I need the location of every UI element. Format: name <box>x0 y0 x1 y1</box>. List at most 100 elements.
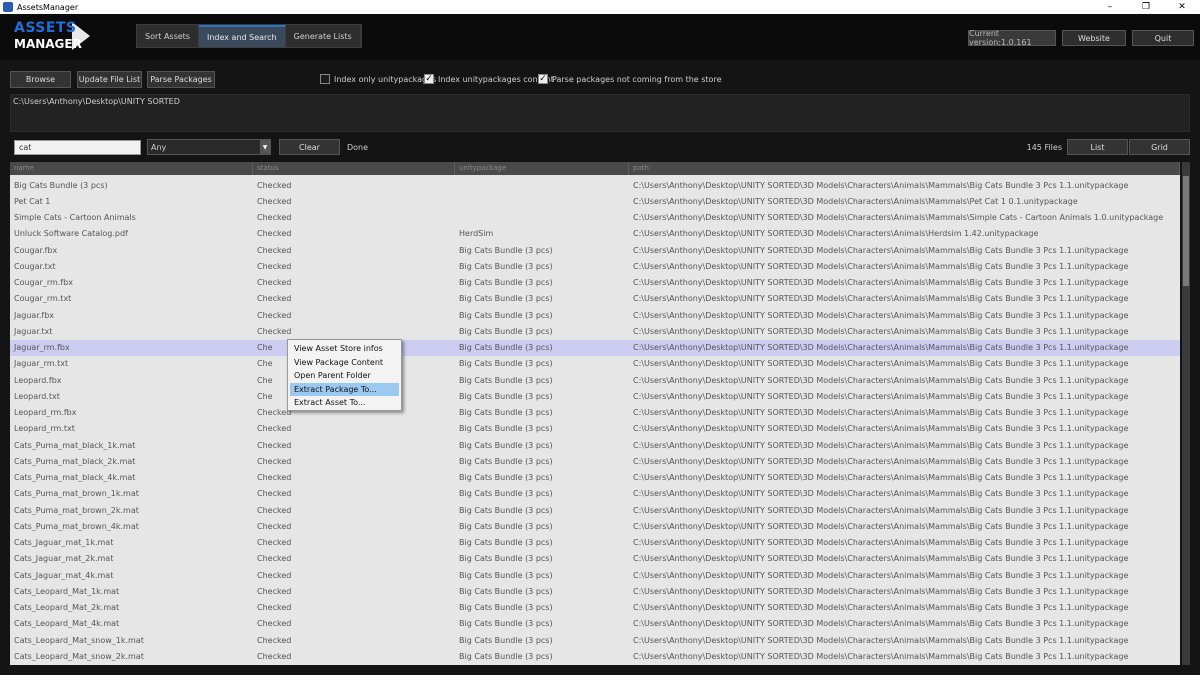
cell-path: C:\Users\Anthony\Desktop\UNITY SORTED\3D… <box>629 327 1180 336</box>
cell-unitypackage: Big Cats Bundle (3 pcs) <box>455 294 629 303</box>
table-row[interactable]: Cats_Leopard_Mat_snow_2k.matCheckedBig C… <box>10 648 1180 664</box>
table-row[interactable]: Cougar_rm.fbxCheckedBig Cats Bundle (3 p… <box>10 275 1180 291</box>
cell-status: Checked <box>253 619 455 628</box>
table-row[interactable]: Cats_Leopard_Mat_2k.matCheckedBig Cats B… <box>10 600 1180 616</box>
cell-name: Big Cats Bundle (3 pcs) <box>10 181 253 190</box>
parse-packages-button[interactable]: Parse Packages <box>147 71 215 88</box>
table-row[interactable]: Cats_Leopard_Mat_4k.matCheckedBig Cats B… <box>10 616 1180 632</box>
cell-name: Cats_Leopard_Mat_4k.mat <box>10 619 253 628</box>
cell-path: C:\Users\Anthony\Desktop\UNITY SORTED\3D… <box>629 489 1180 498</box>
checkbox-unchecked-icon[interactable] <box>320 74 330 84</box>
grid-view-button[interactable]: Grid <box>1129 139 1190 155</box>
tab-sort-assets[interactable]: Sort Assets <box>137 25 199 47</box>
cell-status: Checked <box>253 424 455 433</box>
column-header-status[interactable]: status <box>253 162 455 175</box>
cell-status: Checked <box>253 587 455 596</box>
column-header-path[interactable]: path <box>629 162 1180 175</box>
cell-path: C:\Users\Anthony\Desktop\UNITY SORTED\3D… <box>629 376 1180 385</box>
table-row[interactable]: Cougar_rm.txtCheckedBig Cats Bundle (3 p… <box>10 291 1180 307</box>
cell-status: Checked <box>253 489 455 498</box>
column-header-unitypackage[interactable]: unitypackage <box>455 162 629 175</box>
cell-path: C:\Users\Anthony\Desktop\UNITY SORTED\3D… <box>629 522 1180 531</box>
quit-button[interactable]: Quit <box>1132 30 1194 46</box>
menu-item-extract-asset-to[interactable]: Extract Asset To... <box>290 396 399 410</box>
cell-path: C:\Users\Anthony\Desktop\UNITY SORTED\3D… <box>629 392 1180 401</box>
chevron-down-icon[interactable]: ▼ <box>260 140 270 154</box>
cell-name: Jaguar.txt <box>10 327 253 336</box>
cell-status: Checked <box>253 603 455 612</box>
update-file-list-button[interactable]: Update File List <box>77 71 142 88</box>
table-row[interactable]: Jaguar_rm.txtCheBig Cats Bundle (3 pcs)C… <box>10 356 1180 372</box>
table-row[interactable]: Simple Cats - Cartoon AnimalsCheckedC:\U… <box>10 210 1180 226</box>
clear-button[interactable]: Clear <box>279 139 340 155</box>
table-row[interactable]: Cats_Leopard_Mat_snow_1k.matCheckedBig C… <box>10 632 1180 648</box>
cell-path: C:\Users\Anthony\Desktop\UNITY SORTED\3D… <box>629 457 1180 466</box>
table-row[interactable]: Cats_Puma_mat_black_2k.matCheckedBig Cat… <box>10 453 1180 469</box>
table-row[interactable]: Leopard_rm.fbxCheckedBig Cats Bundle (3 … <box>10 405 1180 421</box>
table-row[interactable]: Big Cats Bundle (3 pcs)CheckedC:\Users\A… <box>10 177 1180 193</box>
table-row[interactable]: Cats_Puma_mat_black_4k.matCheckedBig Cat… <box>10 470 1180 486</box>
table-row[interactable]: Cougar.txtCheckedBig Cats Bundle (3 pcs)… <box>10 258 1180 274</box>
table-scrollbar[interactable] <box>1182 162 1190 665</box>
tab-index-and-search[interactable]: Index and Search <box>199 25 286 47</box>
filter-dropdown[interactable]: Any ▼ <box>147 139 271 155</box>
cell-path: C:\Users\Anthony\Desktop\UNITY SORTED\3D… <box>629 262 1180 271</box>
table-row[interactable]: Leopard_rm.txtCheckedBig Cats Bundle (3 … <box>10 421 1180 437</box>
table-row[interactable]: Unluck Software Catalog.pdfCheckedHerdSi… <box>10 226 1180 242</box>
cell-status: Checked <box>253 294 455 303</box>
checkbox-checked-icon[interactable]: ✓ <box>424 74 434 84</box>
cell-unitypackage: Big Cats Bundle (3 pcs) <box>455 571 629 580</box>
table-row[interactable]: Pet Cat 1CheckedC:\Users\Anthony\Desktop… <box>10 193 1180 209</box>
tab-generate-lists[interactable]: Generate Lists <box>286 25 361 47</box>
checkbox-checked-icon[interactable]: ✓ <box>538 74 548 84</box>
table-row[interactable]: Leopard.txtCheBig Cats Bundle (3 pcs)C:\… <box>10 388 1180 404</box>
close-icon[interactable]: ✕ <box>1164 0 1200 14</box>
cell-unitypackage: Big Cats Bundle (3 pcs) <box>455 457 629 466</box>
table-row[interactable]: Jaguar_rm.fbxCheBig Cats Bundle (3 pcs)C… <box>10 340 1180 356</box>
table-row[interactable]: Jaguar.txtCheckedBig Cats Bundle (3 pcs)… <box>10 323 1180 339</box>
cell-name: Cats_Puma_mat_brown_4k.mat <box>10 522 253 531</box>
cell-status: Checked <box>253 181 455 190</box>
restore-icon[interactable]: ❐ <box>1128 0 1164 14</box>
cell-status: Checked <box>253 278 455 287</box>
cell-status: Checked <box>253 554 455 563</box>
cell-path: C:\Users\Anthony\Desktop\UNITY SORTED\3D… <box>629 246 1180 255</box>
table-row[interactable]: Cats_Jaguar_mat_4k.matCheckedBig Cats Bu… <box>10 567 1180 583</box>
table-row[interactable]: Cats_Jaguar_mat_1k.matCheckedBig Cats Bu… <box>10 535 1180 551</box>
website-button[interactable]: Website <box>1062 30 1126 46</box>
table-row[interactable]: Cats_Puma_mat_black_1k.matCheckedBig Cat… <box>10 437 1180 453</box>
search-input[interactable]: cat <box>14 140 141 155</box>
menu-item-view-asset-store-infos[interactable]: View Asset Store infos <box>290 342 399 356</box>
cell-name: Cats_Leopard_Mat_2k.mat <box>10 603 253 612</box>
cell-status: Checked <box>253 571 455 580</box>
table-row[interactable]: Jaguar.fbxCheckedBig Cats Bundle (3 pcs)… <box>10 307 1180 323</box>
table-row[interactable]: Leopard.fbxCheBig Cats Bundle (3 pcs)C:\… <box>10 372 1180 388</box>
cell-name: Cats_Leopard_Mat_snow_1k.mat <box>10 636 253 645</box>
scrollbar-thumb[interactable] <box>1183 176 1189 286</box>
list-view-button[interactable]: List <box>1067 139 1128 155</box>
table-row[interactable]: Cats_Jaguar_mat_2k.matCheckedBig Cats Bu… <box>10 551 1180 567</box>
browse-button[interactable]: Browse <box>10 71 71 88</box>
cell-unitypackage: Big Cats Bundle (3 pcs) <box>455 538 629 547</box>
app-icon <box>3 2 13 12</box>
cell-path: C:\Users\Anthony\Desktop\UNITY SORTED\3D… <box>629 311 1180 320</box>
minimize-icon[interactable]: – <box>1092 0 1128 14</box>
cell-unitypackage: Big Cats Bundle (3 pcs) <box>455 506 629 515</box>
cell-unitypackage: Big Cats Bundle (3 pcs) <box>455 489 629 498</box>
menu-item-extract-package-to[interactable]: Extract Package To... <box>290 383 399 397</box>
column-header-name[interactable]: name <box>10 162 253 175</box>
table-row[interactable]: Cats_Leopard_Mat_1k.matCheckedBig Cats B… <box>10 583 1180 599</box>
cell-path: C:\Users\Anthony\Desktop\UNITY SORTED\3D… <box>629 571 1180 580</box>
cell-unitypackage: Big Cats Bundle (3 pcs) <box>455 376 629 385</box>
table-row[interactable]: Cats_Puma_mat_brown_4k.matCheckedBig Cat… <box>10 518 1180 534</box>
table-row[interactable]: Cats_Puma_mat_brown_1k.matCheckedBig Cat… <box>10 486 1180 502</box>
menu-item-view-package-content[interactable]: View Package Content <box>290 356 399 370</box>
cell-name: Cats_Puma_mat_black_2k.mat <box>10 457 253 466</box>
app-logo: ASSETS MANAGER <box>14 20 94 56</box>
index-unitypackages-content-checkbox[interactable]: ✓ Index unitypackages content <box>424 74 554 84</box>
index-only-unitypackages-checkbox[interactable]: Index only unitypackages <box>320 74 436 84</box>
table-row[interactable]: Cats_Puma_mat_brown_2k.matCheckedBig Cat… <box>10 502 1180 518</box>
table-row[interactable]: Cougar.fbxCheckedBig Cats Bundle (3 pcs)… <box>10 242 1180 258</box>
parse-non-store-packages-checkbox[interactable]: ✓ Parse packages not coming from the sto… <box>538 74 721 84</box>
menu-item-open-parent-folder[interactable]: Open Parent Folder <box>290 369 399 383</box>
